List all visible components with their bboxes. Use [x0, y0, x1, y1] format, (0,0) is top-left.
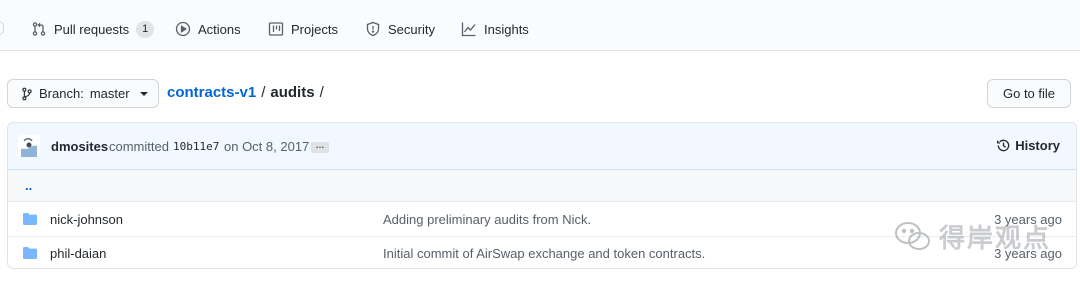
file-name-link[interactable]: nick-johnson	[50, 212, 123, 227]
graph-icon	[461, 22, 476, 37]
branch-icon	[22, 87, 32, 100]
commit-verb: committed	[109, 139, 169, 154]
nav-edge-tab[interactable]	[0, 21, 4, 35]
chevron-down-icon	[139, 91, 148, 96]
watermark-text: 得岸观点	[939, 224, 1052, 254]
tab-actions[interactable]: Actions	[175, 16, 241, 42]
folder-icon	[23, 247, 37, 259]
breadcrumb-repo-link[interactable]: contracts-v1	[167, 84, 256, 101]
project-board-icon	[268, 22, 284, 36]
tab-pull-requests-label: Pull requests	[54, 21, 130, 37]
breadcrumb: contracts-v1 / audits /	[167, 84, 324, 101]
latest-commit-bar: dmosites committed 10b11e7 on Oct 8, 201…	[8, 123, 1076, 170]
breadcrumb-separator-trailing: /	[319, 84, 324, 101]
repo-nav: Pull requests 1 Actions Projects Securit…	[0, 0, 1080, 51]
tab-security[interactable]: Security	[365, 16, 435, 42]
tab-insights-label: Insights	[484, 21, 529, 37]
file-commit-message-link[interactable]: Adding preliminary audits from Nick.	[383, 212, 591, 227]
pull-request-icon	[32, 22, 46, 36]
avatar[interactable]	[18, 135, 40, 157]
breadcrumb-current-folder: audits	[270, 84, 315, 101]
tab-insights[interactable]: Insights	[461, 16, 529, 42]
tab-projects[interactable]: Projects	[268, 16, 338, 42]
history-label: History	[1015, 138, 1060, 153]
tab-projects-label: Projects	[291, 21, 338, 37]
go-to-file-button[interactable]: Go to file	[987, 79, 1071, 108]
tab-security-label: Security	[388, 21, 435, 37]
breadcrumb-separator: /	[261, 84, 266, 101]
watermark: 得岸观点	[893, 218, 1051, 255]
branch-name: master	[89, 86, 130, 101]
play-icon	[175, 21, 191, 37]
pull-requests-count-badge: 1	[136, 20, 155, 38]
branch-prefix-label: Branch:	[39, 86, 84, 101]
file-name-link[interactable]: phil-daian	[50, 246, 106, 261]
commit-message-expand-button[interactable]: …	[311, 141, 329, 153]
history-link[interactable]: History	[996, 138, 1060, 153]
file-commit-message-link[interactable]: Initial commit of AirSwap exchange and t…	[383, 246, 705, 261]
wechat-icon	[895, 221, 930, 250]
parent-directory-row[interactable]: ..	[8, 170, 1076, 202]
history-icon	[997, 139, 1010, 152]
parent-directory-link[interactable]: ..	[25, 178, 32, 193]
tab-actions-label: Actions	[198, 21, 241, 37]
commit-date: on Oct 8, 2017	[224, 139, 310, 154]
commit-author-link[interactable]: dmosites	[51, 139, 108, 154]
branch-select-button[interactable]: Branch: master	[7, 79, 159, 108]
shield-icon	[366, 21, 380, 37]
commit-sha-link[interactable]: 10b11e7	[173, 140, 219, 153]
folder-icon	[23, 213, 37, 225]
tab-pull-requests[interactable]: Pull requests 1	[31, 16, 155, 42]
